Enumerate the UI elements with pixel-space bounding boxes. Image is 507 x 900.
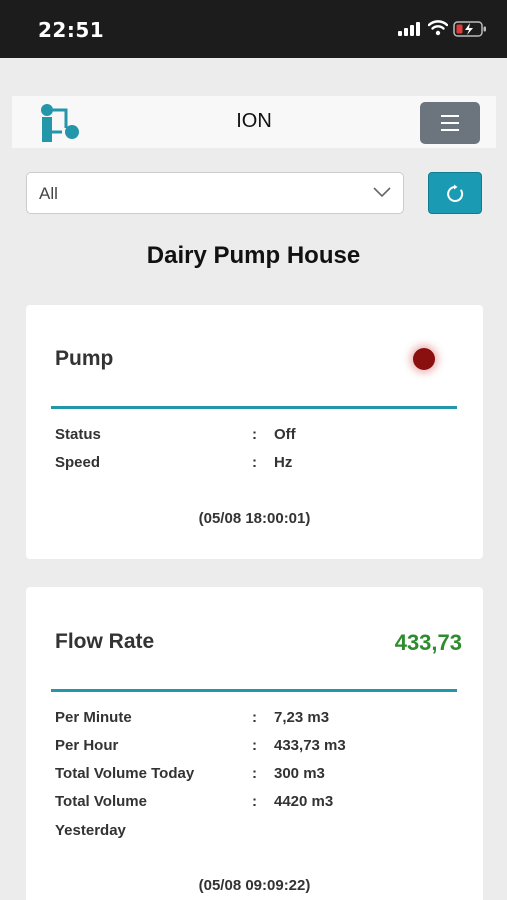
wifi-icon [428,20,448,36]
divider [51,689,457,692]
flow-row-value: 7,23 m3 [274,709,330,726]
flow-row-label: Per Minute [55,709,132,726]
status-bar: 22:51 [0,0,507,58]
flow-row-label: Per Hour [55,737,119,754]
refresh-icon [447,184,464,202]
pump-row-value: Off [274,426,296,443]
flow-row-colon: : [252,765,257,782]
refresh-button[interactable] [428,172,482,214]
pump-row-label: Speed [55,454,101,471]
pump-row-colon: : [252,454,257,471]
cellular-signal-icon [398,22,420,36]
pump-row-label: Status [55,426,101,443]
chevron-down-icon [373,187,391,198]
status-time: 22:51 [38,18,105,42]
flow-row-colon: : [252,793,257,810]
flow-row-value: 4420 m3 [274,793,334,810]
pump-card: Pump Status : Off Speed : Hz (05/08 18:0… [26,305,483,559]
pump-row-value: Hz [274,454,293,471]
divider [51,406,457,409]
flow-row-label: Total Volume Today [55,765,195,782]
flow-row-label: Total Volume [55,793,147,810]
pump-card-title: Pump [55,347,114,370]
flow-row-value: 300 m3 [274,765,325,782]
flow-current-value: 433,73 [394,630,462,655]
pump-row-colon: : [252,426,257,443]
flow-row-value: 433,73 m3 [274,737,346,754]
flow-row-colon: : [252,709,257,726]
page-title: Dairy Pump House [146,242,361,269]
pump-timestamp: (05/08 18:00:01) [198,510,311,527]
hamburger-menu-icon [441,115,459,117]
flow-timestamp: (05/08 09:09:22) [198,877,311,894]
flow-row-colon: : [252,737,257,754]
battery-charging-icon [453,21,486,37]
flow-row-label: Yesterday [55,822,126,839]
filter-selected-value: All [39,184,58,203]
navbar: ION [12,96,496,148]
location-filter-select[interactable]: All [26,172,404,214]
flow-rate-card: Flow Rate 433,73 Per Minute : 7,23 m3 Pe… [26,587,483,900]
flow-card-title: Flow Rate [55,630,155,653]
pump-status-indicator [413,348,435,370]
hamburger-menu-button[interactable] [420,102,480,144]
